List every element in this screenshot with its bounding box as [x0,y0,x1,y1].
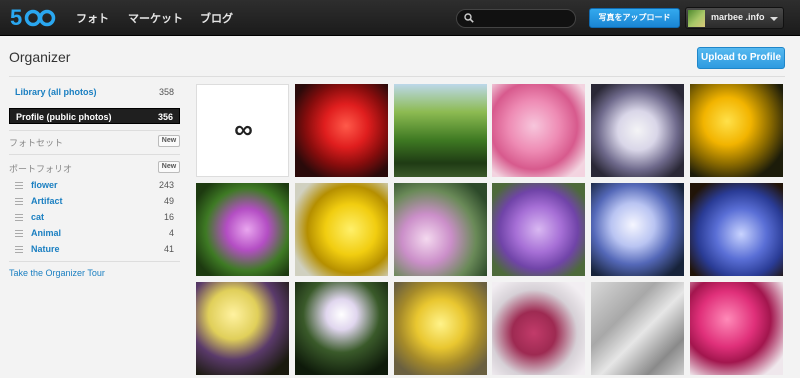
divider [9,154,180,155]
top-navigation-bar: 5 フォト マーケット ブログ 写真をアップロード marbee .info [0,0,800,36]
photo-white-daisies[interactable] [591,84,684,177]
search-box [456,9,576,28]
organizer-tour-link[interactable]: Take the Organizer Tour [9,268,105,278]
drag-handle-icon[interactable] [15,230,23,237]
add-photos-tile[interactable]: ∞ [196,84,289,177]
photo-red-poppy[interactable] [295,84,388,177]
nav-market[interactable]: マーケット [128,10,183,26]
sidebar-item-count: 356 [157,112,173,122]
nav-photos[interactable]: フォト [76,10,109,26]
sidebar-item-label: Library (all photos) [15,87,97,97]
avatar [688,10,705,27]
divider [9,76,785,77]
portfolio-item-count: 41 [163,244,174,254]
photo-bare-branches[interactable] [591,282,684,375]
divider [9,130,180,131]
search-icon [464,13,474,23]
portfolio-item-artifact[interactable]: Artifact 49 [9,195,180,209]
infinity-icon: ∞ [234,114,253,144]
portfolio-item-nature[interactable]: Nature 41 [9,243,180,257]
portfolio-item-name: Artifact [31,196,63,206]
photo-yellow-poppies[interactable] [690,84,783,177]
page-title: Organizer [9,49,71,65]
photo-lilac-flowers[interactable] [492,183,585,276]
username: marbee .info [711,12,765,22]
photo-yellow-iris[interactable] [196,282,289,375]
500px-logo[interactable]: 5 [9,4,59,30]
drag-handle-icon[interactable] [15,182,23,189]
portfolio-item-name: Nature [31,244,60,254]
portfolio-item-name: Animal [31,228,62,238]
photo-white-iris[interactable] [591,183,684,276]
photo-red-buds[interactable] [492,282,585,375]
portfolio-item-name: flower [31,180,58,190]
drag-handle-icon[interactable] [15,246,23,253]
photo-purple-tulip[interactable] [394,183,487,276]
upload-photo-button[interactable]: 写真をアップロード [589,8,680,28]
portfolio-item-name: cat [31,212,45,222]
portfolio-item-count: 16 [163,212,174,222]
search-input[interactable] [477,12,571,25]
user-menu[interactable]: marbee .info [685,7,784,29]
sidebar-item-library[interactable]: Library (all photos) 358 [9,84,180,100]
new-photoset-button[interactable]: New [158,135,180,147]
photo-small-wildflowers[interactable] [295,282,388,375]
sidebar-item-profile[interactable]: Profile (public photos) 356 [9,108,180,124]
nav-blog[interactable]: ブログ [200,10,233,26]
drag-handle-icon[interactable] [15,214,23,221]
portfolio-item-count: 4 [168,228,174,238]
chevron-down-icon [770,17,778,21]
photosets-heading: フォトセット [9,138,64,148]
portfolio-item-animal[interactable]: Animal 4 [9,227,180,241]
portfolio-heading: ポートフォリオ [9,164,73,174]
photo-green-trees-pond[interactable] [394,84,487,177]
svg-text:5: 5 [10,5,22,30]
drag-handle-icon[interactable] [15,198,23,205]
photo-blue-bluebells[interactable] [690,183,783,276]
sidebar-item-count: 358 [158,87,174,97]
photo-yellow-flowers[interactable] [394,282,487,375]
photo-pink-tulip[interactable] [690,282,783,375]
divider [9,261,180,262]
portfolio-item-flower[interactable]: flower 243 [9,179,180,193]
portfolio-item-count: 49 [163,196,174,206]
photo-yellow-daisy[interactable] [295,183,388,276]
upload-to-profile-button[interactable]: Upload to Profile [697,47,785,69]
portfolio-item-count: 243 [158,180,174,190]
portfolio-item-cat[interactable]: cat 16 [9,211,180,225]
new-portfolio-button[interactable]: New [158,161,180,173]
photo-pink-aster[interactable] [196,183,289,276]
sidebar-item-label: Profile (public photos) [16,112,112,122]
photo-pink-cherry-blossoms[interactable] [492,84,585,177]
